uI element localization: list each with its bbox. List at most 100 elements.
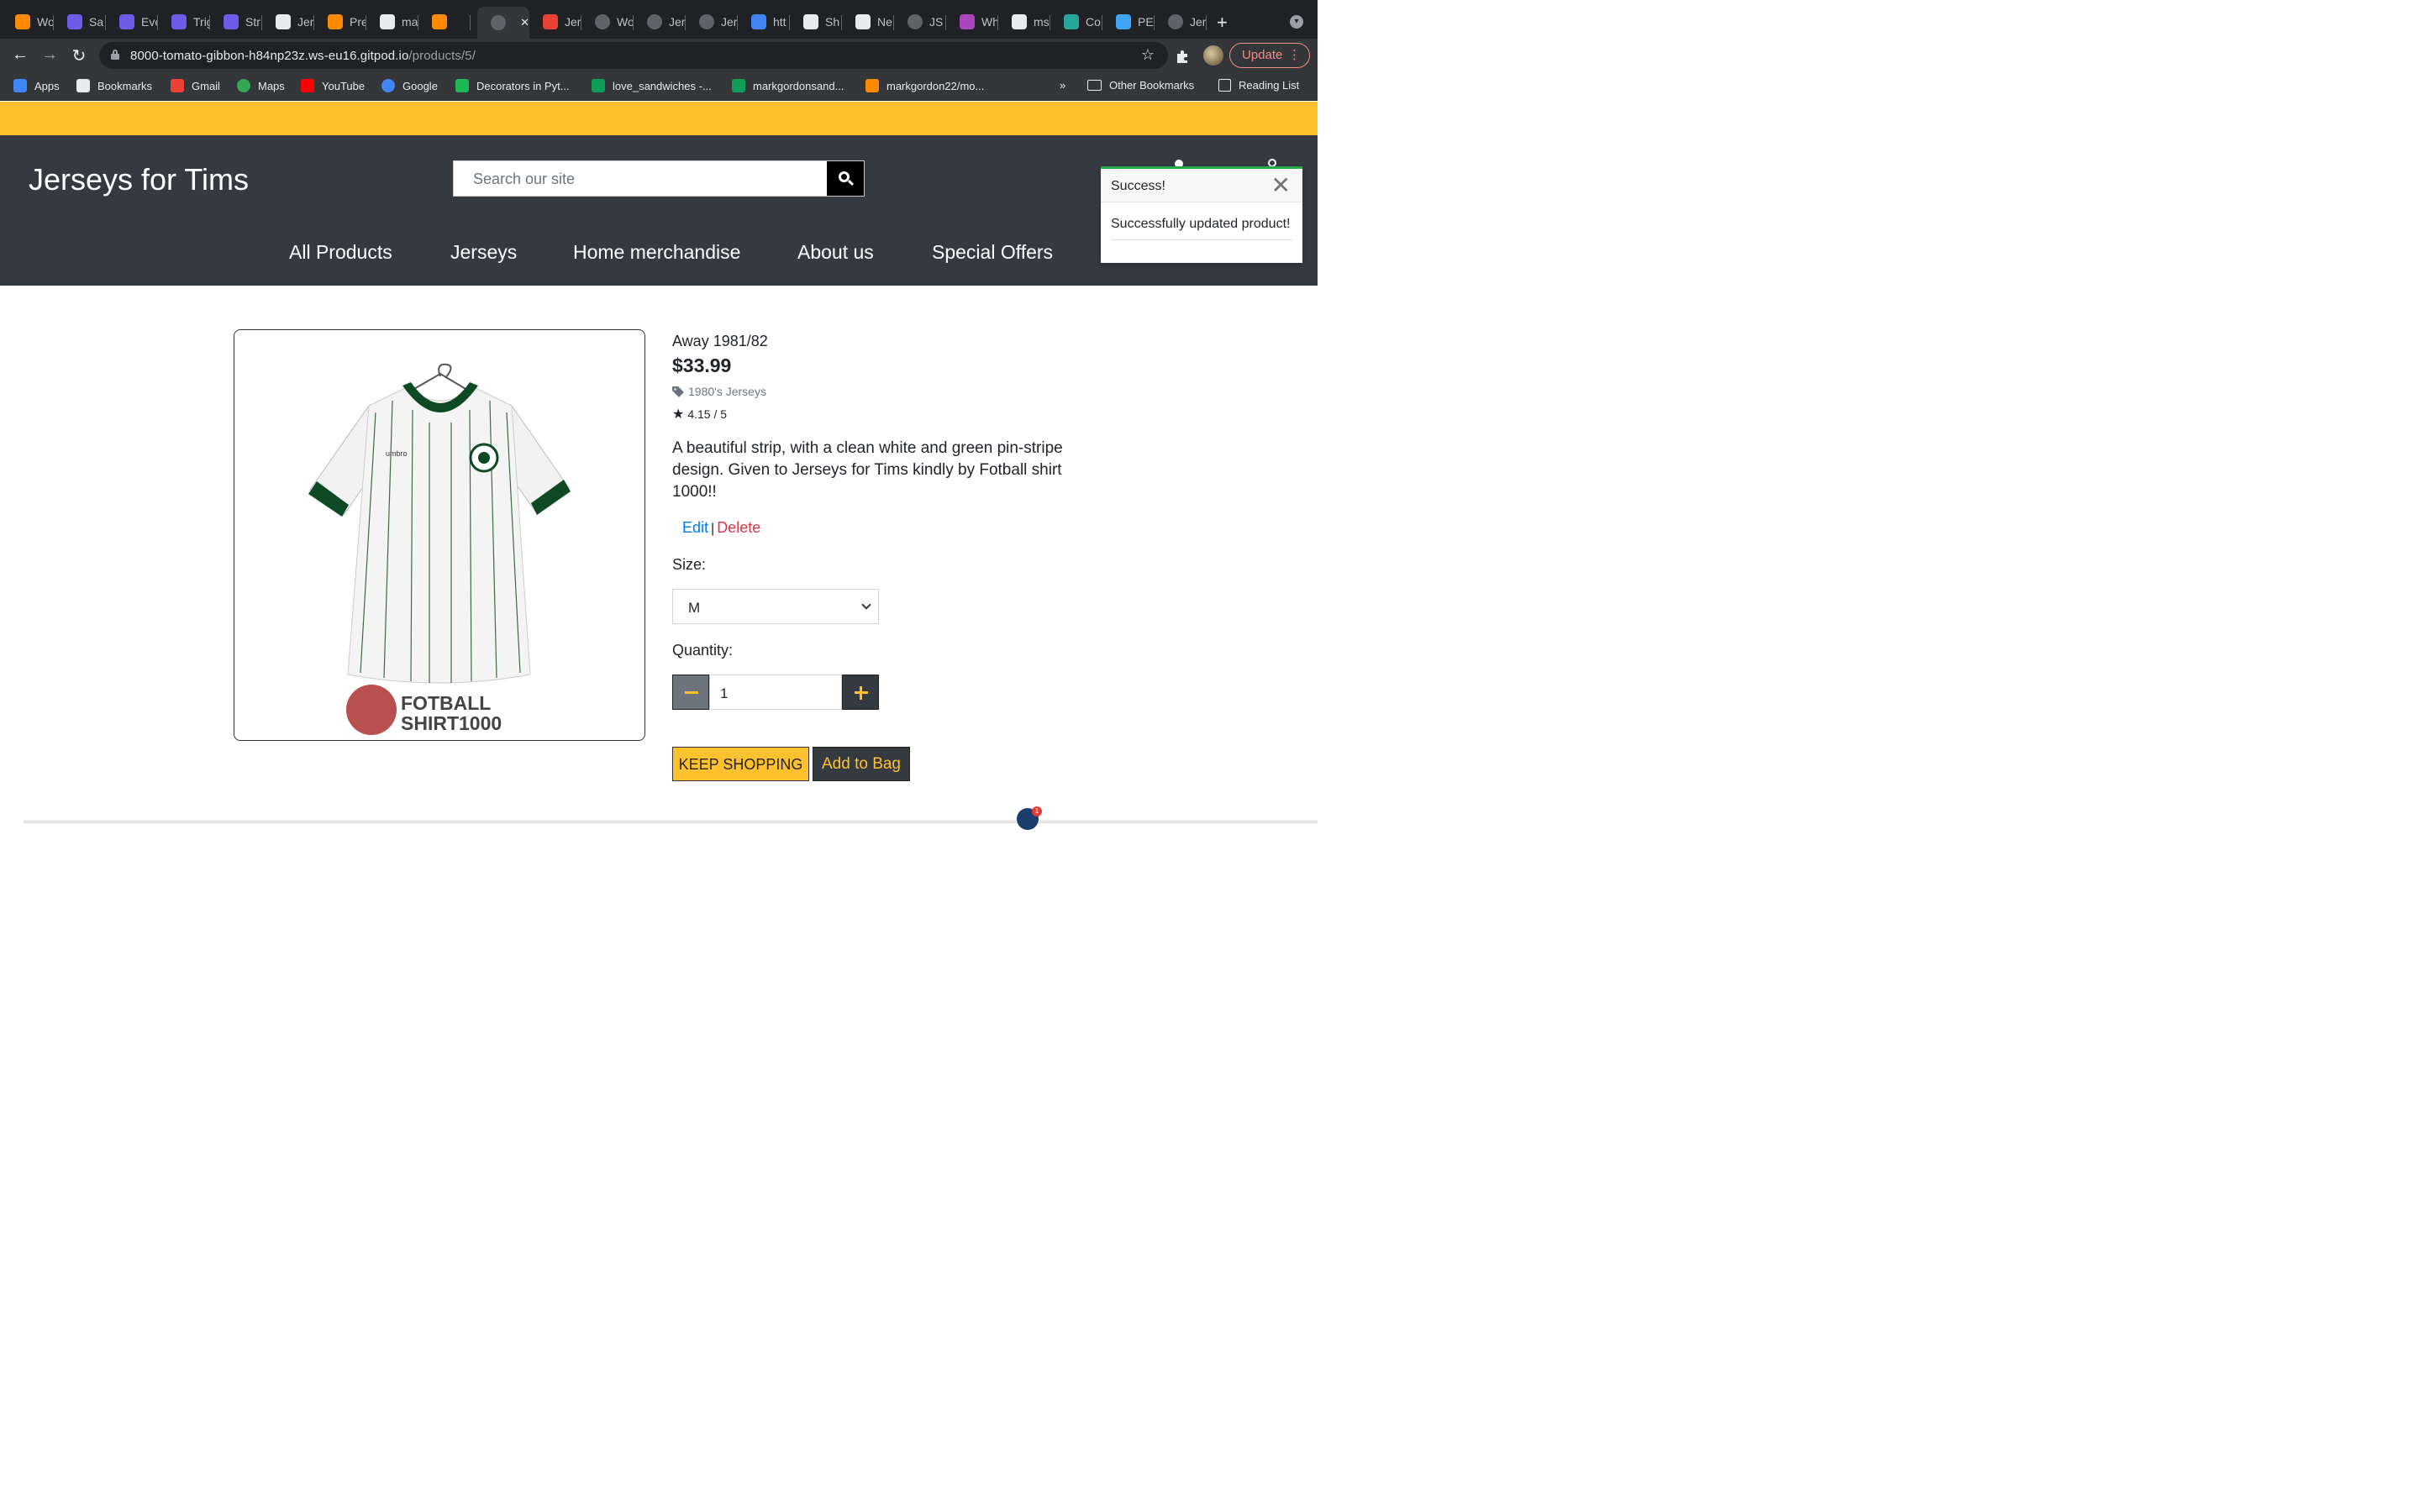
search-button[interactable] <box>827 161 864 196</box>
delete-link[interactable]: Delete <box>717 519 760 536</box>
account-icon[interactable] <box>1171 156 1186 166</box>
product-category[interactable]: 1980's Jerseys <box>672 385 766 398</box>
top-yellow-bar <box>0 102 1318 135</box>
gmail-icon <box>543 14 558 29</box>
edit-link[interactable]: Edit <box>682 519 708 536</box>
extensions-puzzle-icon[interactable] <box>1175 48 1192 65</box>
tab-label: Wh <box>981 15 998 29</box>
jersey-image: umbro FOTBALL SHIRT1000 <box>308 363 571 735</box>
browser-tab[interactable]: Jer <box>686 8 738 35</box>
search-input[interactable]: Search our site <box>473 171 575 188</box>
browser-tab[interactable]: ms <box>998 8 1050 35</box>
globe-icon <box>595 14 610 29</box>
browser-tab[interactable]: Sh <box>790 8 842 35</box>
nav-jerseys[interactable]: Jerseys <box>450 241 517 264</box>
tab-label: PE <box>1138 15 1154 29</box>
browser-tab[interactable]: JS <box>894 8 946 35</box>
more-menu-icon[interactable]: ⋮ <box>1288 44 1301 67</box>
google-icon <box>381 79 395 92</box>
sheets-icon <box>732 79 745 92</box>
back-icon[interactable]: ← <box>10 45 30 65</box>
globe-icon <box>647 14 662 29</box>
tab-label: Jer <box>721 15 738 29</box>
close-icon[interactable]: ✕ <box>1271 174 1291 197</box>
browser-tab[interactable] <box>418 8 471 35</box>
tab-label: Str <box>245 15 260 29</box>
forward-icon[interactable]: → <box>39 45 60 65</box>
color-icon <box>960 14 975 29</box>
site-logo[interactable]: Jerseys for Tims <box>29 162 249 197</box>
browser-tab[interactable]: Wh <box>946 8 998 35</box>
profile-avatar[interactable] <box>1203 45 1223 66</box>
keep-shopping-button[interactable]: KEEP SHOPPING <box>672 747 809 781</box>
nav-all-products[interactable]: All Products <box>289 241 392 264</box>
quantity-input[interactable]: 1 <box>709 675 842 710</box>
bookmark-label: Bookmarks <box>97 79 153 92</box>
bookmarks-overflow-button[interactable]: » <box>1060 79 1065 92</box>
browser-tab[interactable]: Sa <box>54 8 106 35</box>
bookmark-item[interactable]: love_sandwiches -... <box>592 79 712 92</box>
admin-actions: Edit | Delete <box>682 519 761 536</box>
lock-icon[interactable] <box>111 50 119 60</box>
product-rating: ★ 4.15 / 5 <box>672 407 728 422</box>
close-tab-icon[interactable]: ✕ <box>520 16 529 29</box>
browser-tab[interactable]: Ne <box>842 8 894 35</box>
bookmark-item[interactable]: markgordonsand... <box>732 79 844 92</box>
browser-tab[interactable]: Jer <box>262 8 314 35</box>
bookmark-item[interactable]: markgordon22/mo... <box>865 79 984 92</box>
bookmark-item[interactable]: Maps <box>237 79 285 92</box>
browser-tab[interactable]: Co <box>1050 8 1102 35</box>
reload-icon[interactable]: ↻ <box>69 45 89 66</box>
youtube-icon <box>301 79 314 92</box>
url-text[interactable]: 8000-tomato-gibbon-h84np23z.ws-eu16.gitp… <box>130 49 476 63</box>
new-tab-button[interactable]: + <box>1217 12 1228 34</box>
tab-search-icon[interactable]: ▾ <box>1290 15 1303 29</box>
bookmark-label: Google <box>402 79 438 92</box>
tab-label: Jer <box>669 15 686 29</box>
tab-label: Sh <box>825 15 840 29</box>
browser-tab[interactable]: ma <box>366 8 418 35</box>
reading-list[interactable]: Reading List <box>1218 79 1299 92</box>
size-select[interactable]: M <box>672 589 879 624</box>
search-form: Search our site <box>453 160 865 197</box>
browser-tab[interactable]: Str <box>210 8 262 35</box>
success-toast: Success! ✕ Successfully updated product! <box>1101 166 1302 263</box>
bookmark-item[interactable]: Google <box>381 79 438 92</box>
browser-tab[interactable]: PE <box>1102 8 1155 35</box>
bookmark-item[interactable]: YouTube <box>301 79 365 92</box>
browser-tab[interactable]: Eve <box>106 8 158 35</box>
tag-icon <box>672 386 684 397</box>
nav-about-us[interactable]: About us <box>797 241 874 264</box>
browser-tab[interactable]: Jer <box>529 8 581 35</box>
decrement-button[interactable] <box>672 675 709 710</box>
add-to-bag-button[interactable]: Add to Bag <box>813 747 910 781</box>
nav-home-merchandise[interactable]: Home merchandise <box>573 241 740 264</box>
bookmark-label: Decorators in Pyt... <box>476 79 570 92</box>
nav-special-offers[interactable]: Special Offers <box>932 241 1053 264</box>
browser-tab[interactable]: Jer <box>1155 8 1207 35</box>
chat-widget-icon[interactable]: 1 <box>1017 806 1042 830</box>
browser-tab[interactable]: Trig <box>158 8 210 35</box>
browser-tab[interactable]: Wo <box>581 8 634 35</box>
bookmark-item[interactable]: Decorators in Pyt... <box>455 79 570 92</box>
browser-tab[interactable]: htt <box>738 8 790 35</box>
tab-label: htt <box>773 15 786 29</box>
tab-label: Jer <box>297 15 314 29</box>
tab-label: Ne <box>877 15 892 29</box>
increment-button[interactable] <box>842 675 879 710</box>
browser-tab-strip: Wo Sa Eve Trig Str Jer Pre ma ✕ Jer Wo Jer Jer htt Sh N… <box>0 0 1318 39</box>
bookmark-item[interactable]: Gmail <box>171 79 220 92</box>
browser-tab[interactable]: ✕ <box>477 7 529 39</box>
update-button[interactable]: Update ⋮ <box>1229 43 1310 68</box>
address-bar[interactable]: 8000-tomato-gibbon-h84np23z.ws-eu16.gitp… <box>99 42 1168 69</box>
other-bookmarks[interactable]: Other Bookmarks <box>1087 79 1194 92</box>
bookmark-item[interactable]: Bookmarks <box>76 79 152 92</box>
tab-label: Trig <box>193 15 210 29</box>
browser-tab[interactable]: Jer <box>634 8 686 35</box>
bookmark-item[interactable]: Apps <box>13 79 60 92</box>
star-icon <box>76 79 90 92</box>
browser-tab[interactable]: Pre <box>314 8 366 35</box>
bookmark-star-icon[interactable]: ☆ <box>1141 46 1155 64</box>
gitpod-icon <box>15 14 30 29</box>
browser-tab[interactable]: Wo <box>2 8 54 35</box>
